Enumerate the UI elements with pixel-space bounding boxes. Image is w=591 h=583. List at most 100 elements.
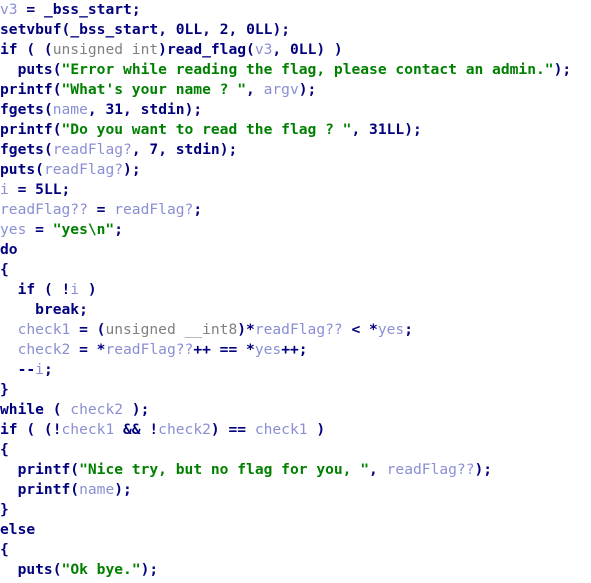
code-line[interactable]: } <box>0 500 591 520</box>
code-token-var[interactable]: i <box>0 181 9 198</box>
code-token-var[interactable]: check2 <box>70 401 123 418</box>
code-line[interactable]: if ( (!check1 && !check2) == check1 ) <box>0 420 591 440</box>
code-line[interactable]: else <box>0 520 591 540</box>
code-token-fn[interactable]: printf <box>0 121 53 138</box>
code-token-var[interactable]: v3 <box>255 41 273 58</box>
code-token-var[interactable]: check2 <box>18 341 71 358</box>
code-token-var[interactable]: i <box>70 281 79 298</box>
code-token-fn[interactable]: printf <box>0 81 53 98</box>
code-token-var[interactable]: name <box>79 481 114 498</box>
code-token-var[interactable]: readFlag?? <box>0 201 88 218</box>
code-token-fn[interactable]: stdin <box>176 141 220 158</box>
code-token-var[interactable]: yes <box>255 341 281 358</box>
code-token-punct: )* <box>237 321 255 338</box>
code-token-var[interactable]: v3 <box>0 1 18 18</box>
code-token-punct: ) ) <box>316 41 343 58</box>
code-token-punct: ); <box>404 121 422 138</box>
code-line[interactable]: { <box>0 440 591 460</box>
code-token-punct: ( ! <box>35 281 71 298</box>
code-token-punct: ; <box>61 181 71 198</box>
code-token-var[interactable]: readFlag?? <box>387 461 475 478</box>
code-token-var[interactable]: readFlag?? <box>255 321 343 338</box>
code-token-type: unsigned __int8 <box>105 321 238 338</box>
code-token-punct: ; <box>79 301 88 318</box>
code-line[interactable]: { <box>0 260 591 280</box>
code-token-fn[interactable]: puts <box>18 61 53 78</box>
code-token-var[interactable]: check1 <box>255 421 308 438</box>
code-line[interactable]: check2 = *readFlag??++ == *yes++; <box>0 340 591 360</box>
code-token-fn[interactable]: printf <box>18 481 71 498</box>
code-token-punct: ; <box>404 321 414 338</box>
code-token-fn[interactable]: printf <box>18 461 71 478</box>
code-token-fn[interactable]: _bss_start <box>70 21 158 38</box>
code-token-var[interactable]: name <box>53 101 88 118</box>
code-line[interactable]: puts("Error while reading the flag, plea… <box>0 60 591 80</box>
code-line[interactable]: yes = "yes\n"; <box>0 220 591 240</box>
code-token-punct: ( <box>43 101 53 118</box>
code-token-punct: ( <box>52 81 62 98</box>
code-token-var[interactable]: readFlag?? <box>105 341 193 358</box>
code-line[interactable]: i = 5LL; <box>0 180 591 200</box>
code-line[interactable]: if ( !i ) <box>0 280 591 300</box>
code-token-punct: , <box>351 121 370 138</box>
code-token-var[interactable]: yes <box>378 321 404 338</box>
code-token-num: 0LL <box>175 21 203 38</box>
code-token-var[interactable]: check2 <box>158 421 211 438</box>
code-line[interactable]: puts("Ok bye."); <box>0 560 591 580</box>
code-line[interactable]: } <box>0 380 591 400</box>
code-line[interactable]: do <box>0 240 591 260</box>
code-line[interactable]: while ( check2 ); <box>0 400 591 420</box>
code-line[interactable]: { <box>0 540 591 560</box>
code-token-punct: = <box>17 1 44 18</box>
code-token-punct: ) <box>79 281 97 298</box>
code-token-fn[interactable]: puts <box>18 561 53 578</box>
code-token-fn[interactable]: _bss_start <box>44 1 132 18</box>
code-line[interactable]: break; <box>0 300 591 320</box>
code-token-var[interactable]: i <box>35 361 44 378</box>
code-token-fn[interactable]: fgets <box>0 141 44 158</box>
code-line[interactable]: readFlag?? = readFlag?; <box>0 200 591 220</box>
code-line[interactable]: fgets(name, 31, stdin); <box>0 100 591 120</box>
code-token-var[interactable]: readFlag? <box>114 201 193 218</box>
code-line[interactable]: setvbuf(_bss_start, 0LL, 2, 0LL); <box>0 20 591 40</box>
code-token-str: "Ok bye." <box>61 561 141 578</box>
pseudocode-view[interactable]: v3 = _bss_start; setvbuf(_bss_start, 0LL,… <box>0 0 591 583</box>
code-token-punct: , <box>123 101 141 118</box>
code-token-var[interactable]: argv <box>264 81 299 98</box>
code-line[interactable]: fgets(readFlag?, 7, stdin); <box>0 140 591 160</box>
code-token-punct: { <box>0 541 9 558</box>
code-token-fn[interactable]: read_flag <box>167 41 246 58</box>
code-token-var[interactable]: readFlag? <box>53 141 132 158</box>
code-line[interactable]: printf("Do you want to read the flag ? "… <box>0 120 591 140</box>
code-line[interactable]: printf("What's your name ? ", argv); <box>0 80 591 100</box>
code-token-fn[interactable]: setvbuf <box>0 21 62 38</box>
code-line[interactable]: v3 = _bss_start; <box>0 0 591 20</box>
code-token-kw: if <box>0 41 18 58</box>
code-line[interactable]: if ( (unsigned int)read_flag(v3, 0LL) ) <box>0 40 591 60</box>
code-token-str: "yes\n" <box>52 221 115 238</box>
code-token-var[interactable]: readFlag? <box>44 161 123 178</box>
code-token-var[interactable]: check1 <box>18 321 71 338</box>
code-token-kw: if <box>17 281 36 298</box>
code-token-punct: ) == <box>210 421 255 438</box>
code-line[interactable]: printf(name); <box>0 480 591 500</box>
code-token-punct: , <box>369 461 387 478</box>
code-token-var[interactable]: check1 <box>62 421 115 438</box>
code-token-punct: ( <box>61 21 71 38</box>
code-token-fn[interactable]: fgets <box>0 101 44 118</box>
code-token-fn[interactable]: stdin <box>141 101 185 118</box>
code-token-punct: ); <box>219 141 238 158</box>
code-line[interactable]: puts(readFlag?); <box>0 160 591 180</box>
code-token-punct: = * <box>70 341 106 358</box>
code-token-punct: , <box>272 41 290 58</box>
code-token-fn[interactable]: puts <box>0 161 35 178</box>
code-line[interactable]: printf("Nice try, but no flag for you, "… <box>0 460 591 480</box>
code-token-num: 0LL <box>290 41 317 58</box>
code-line[interactable]: --i; <box>0 360 591 380</box>
code-token-var[interactable]: yes <box>0 221 26 238</box>
code-line[interactable]: check1 = (unsigned __int8)*readFlag?? < … <box>0 320 591 340</box>
code-token-punct: ); <box>272 21 291 38</box>
